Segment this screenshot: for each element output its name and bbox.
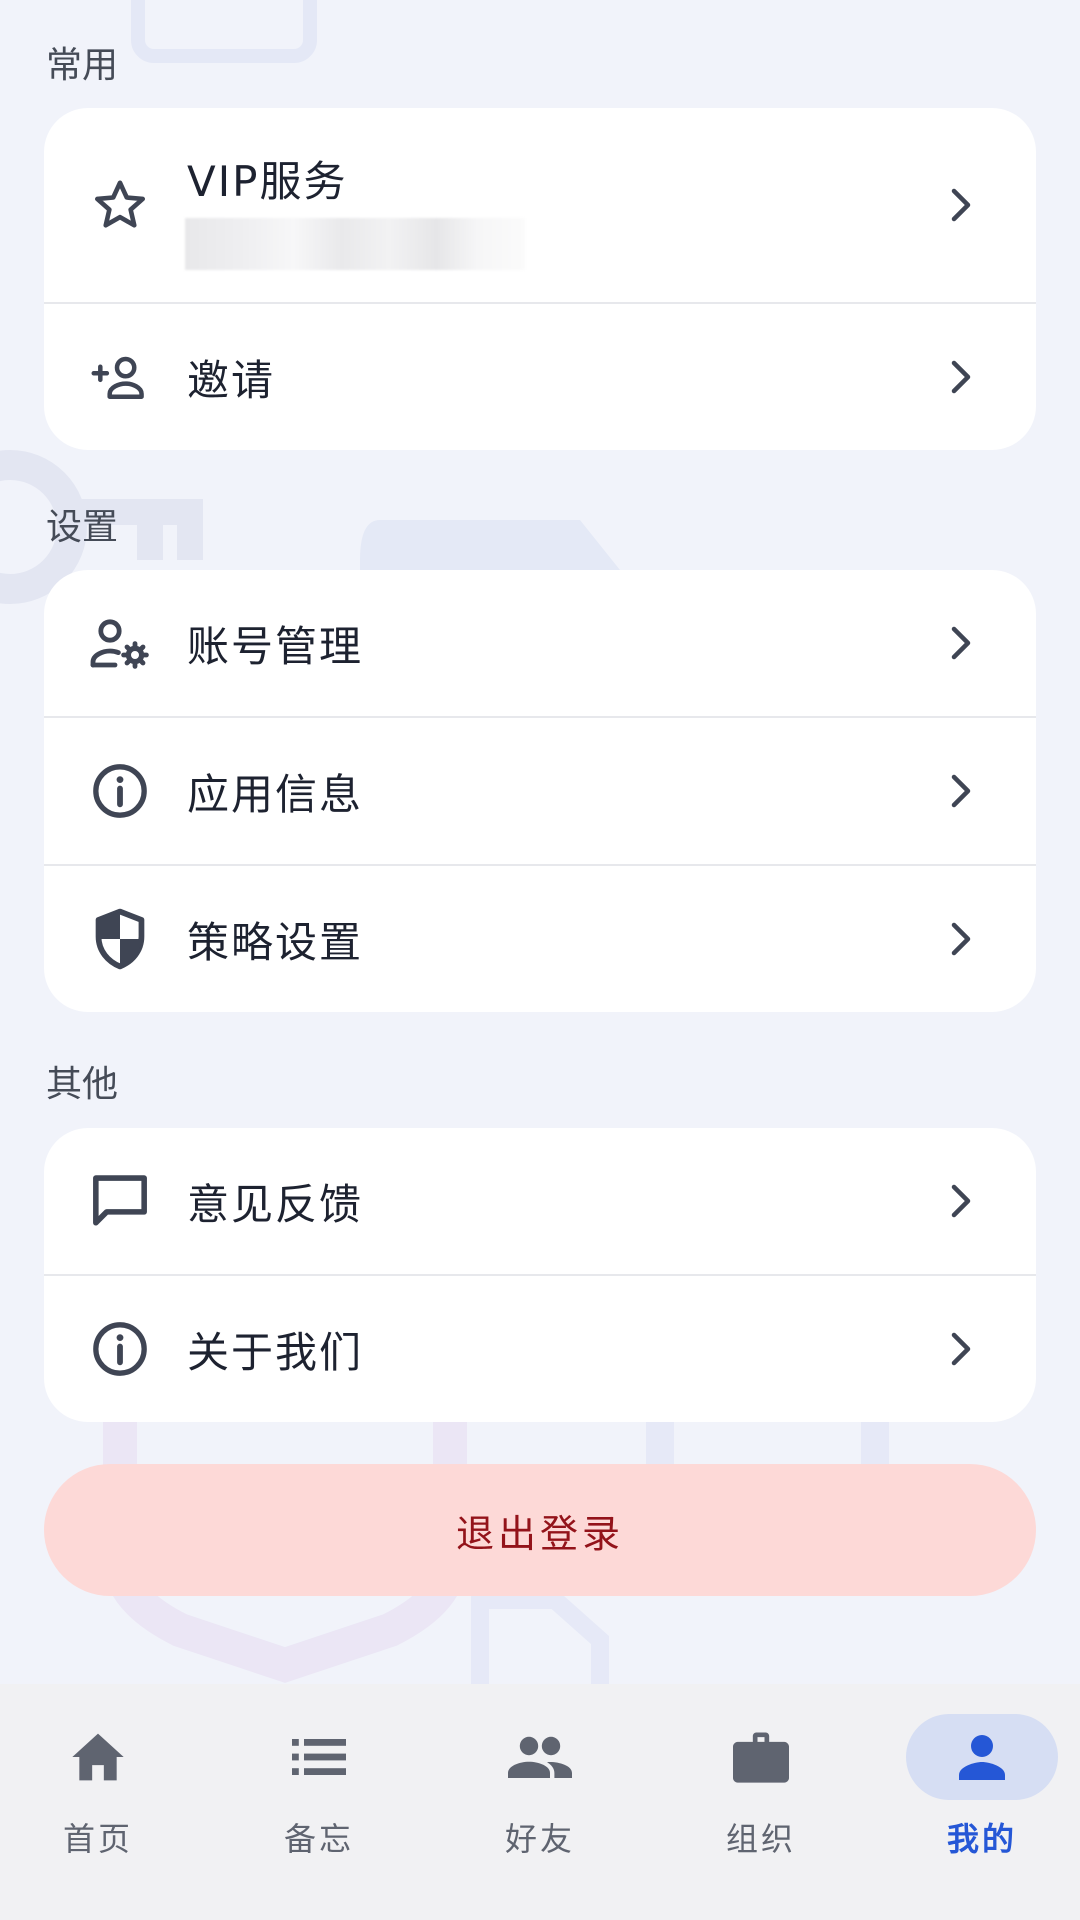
chevron-right-icon bbox=[946, 185, 976, 225]
chevron-right-icon bbox=[946, 357, 976, 397]
vip-service-item[interactable]: VIP服务 bbox=[44, 108, 1036, 302]
shield-icon bbox=[90, 908, 150, 970]
chevron-right-icon bbox=[946, 1181, 976, 1221]
app-info-label: 应用信息 bbox=[187, 769, 364, 819]
person-icon bbox=[906, 1714, 1058, 1800]
tab-org[interactable]: 组织 bbox=[681, 1714, 841, 1864]
vip-service-label: VIP服务 bbox=[187, 157, 348, 206]
person-gear-icon bbox=[90, 613, 150, 673]
chevron-right-icon bbox=[946, 1329, 976, 1369]
other-card: 意见反馈 关于我们 bbox=[44, 1128, 1036, 1422]
tab-org-label: 组织 bbox=[725, 1820, 796, 1858]
people-icon bbox=[464, 1714, 616, 1800]
common-card: VIP服务 邀请 bbox=[44, 108, 1036, 450]
vip-status-blurred bbox=[185, 218, 525, 270]
about-us-item[interactable]: 关于我们 bbox=[44, 1274, 1036, 1422]
feedback-label: 意见反馈 bbox=[187, 1179, 364, 1229]
account-management-item[interactable]: 账号管理 bbox=[44, 570, 1036, 716]
chat-bubble-icon bbox=[90, 1171, 150, 1231]
policy-settings-item[interactable]: 策略设置 bbox=[44, 864, 1036, 1012]
info-icon bbox=[90, 1319, 150, 1379]
logout-button[interactable]: 退出登录 bbox=[44, 1464, 1036, 1596]
about-us-label: 关于我们 bbox=[187, 1327, 364, 1377]
invite-item[interactable]: 邀请 bbox=[44, 302, 1036, 450]
feedback-item[interactable]: 意见反馈 bbox=[44, 1128, 1036, 1274]
tab-home-label: 首页 bbox=[62, 1820, 133, 1858]
tab-home[interactable]: 首页 bbox=[18, 1714, 178, 1864]
tab-mine[interactable]: 我的 bbox=[902, 1714, 1062, 1864]
chevron-right-icon bbox=[946, 771, 976, 811]
tab-friends-label: 好友 bbox=[504, 1820, 575, 1858]
briefcase-icon bbox=[685, 1714, 837, 1800]
section-title-settings: 设置 bbox=[46, 507, 119, 548]
settings-card: 账号管理 应用信息 策略设置 bbox=[44, 570, 1036, 1012]
home-icon bbox=[22, 1714, 174, 1800]
chevron-right-icon bbox=[946, 623, 976, 663]
invite-label: 邀请 bbox=[187, 355, 276, 405]
app-info-item[interactable]: 应用信息 bbox=[44, 716, 1036, 864]
person-add-icon bbox=[90, 347, 150, 407]
chevron-right-icon bbox=[946, 919, 976, 959]
tab-memo[interactable]: 备忘 bbox=[239, 1714, 399, 1864]
account-management-label: 账号管理 bbox=[187, 621, 364, 671]
list-icon bbox=[243, 1714, 395, 1800]
section-title-common: 常用 bbox=[46, 45, 119, 86]
tab-memo-label: 备忘 bbox=[283, 1820, 354, 1858]
info-icon bbox=[90, 761, 150, 821]
section-title-other: 其他 bbox=[46, 1064, 119, 1105]
star-icon bbox=[90, 175, 150, 235]
policy-settings-label: 策略设置 bbox=[187, 917, 364, 967]
tab-friends[interactable]: 好友 bbox=[460, 1714, 620, 1864]
bottom-tab-bar: 首页 备忘 好友 组织 我的 bbox=[0, 1684, 1080, 1920]
tab-mine-label: 我的 bbox=[946, 1820, 1017, 1858]
